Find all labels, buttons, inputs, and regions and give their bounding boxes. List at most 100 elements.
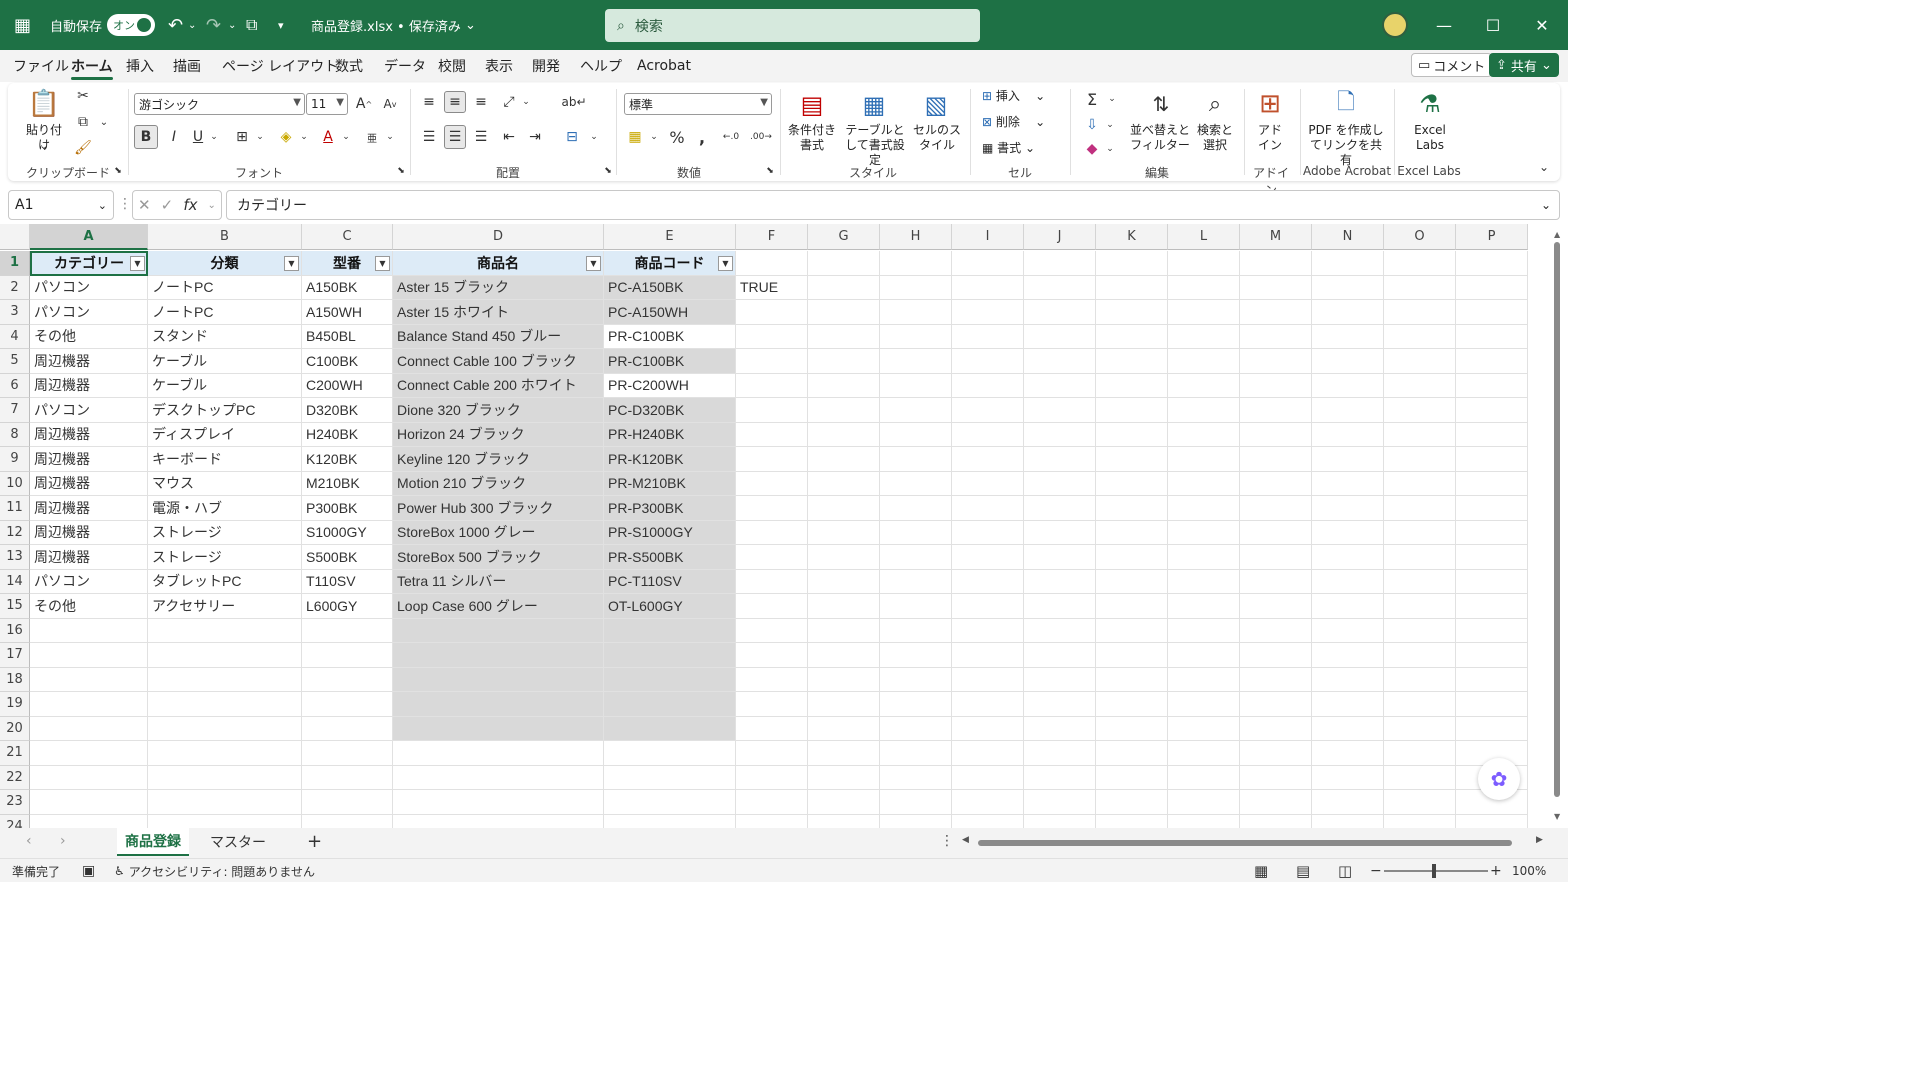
row-header-20[interactable]: 20 (0, 716, 30, 741)
cell-i9[interactable] (952, 447, 1024, 472)
cell-h12[interactable] (880, 520, 952, 545)
macro-record-icon[interactable]: ▣ (82, 859, 95, 883)
cell-e16[interactable] (604, 618, 736, 643)
fill-icon[interactable]: ⇩ (1082, 115, 1102, 135)
cell-i5[interactable] (952, 349, 1024, 374)
cell-a4[interactable]: その他 (30, 324, 148, 349)
cell-k22[interactable] (1096, 765, 1168, 790)
cell-g8[interactable] (808, 422, 880, 447)
cell-a2[interactable]: パソコン (30, 275, 148, 300)
cell-k6[interactable] (1096, 373, 1168, 398)
cell-l12[interactable] (1168, 520, 1240, 545)
column-header-g[interactable]: G (808, 224, 880, 250)
comment-button[interactable]: ▭ コメント (1411, 53, 1493, 77)
find-select-icon[interactable]: ⌕ (1198, 87, 1232, 121)
close-button[interactable]: ✕ (1518, 0, 1566, 50)
row-header-6[interactable]: 6 (0, 373, 30, 398)
cell-p12[interactable] (1456, 520, 1528, 545)
sort-filter-icon[interactable]: ⇅ (1144, 87, 1178, 121)
cell-j3[interactable] (1024, 300, 1096, 325)
cell-o12[interactable] (1384, 520, 1456, 545)
cell-n22[interactable] (1312, 765, 1384, 790)
tab-data[interactable]: データ (384, 50, 426, 82)
cell-m8[interactable] (1240, 422, 1312, 447)
cell-p20[interactable] (1456, 716, 1528, 741)
cell-c10[interactable]: M210BK (302, 471, 393, 496)
cell-h19[interactable] (880, 692, 952, 717)
cell-e6[interactable]: PR-C200WH (604, 373, 736, 398)
cell-g12[interactable] (808, 520, 880, 545)
addins-button[interactable]: アドイン (1256, 123, 1284, 153)
cell-f5[interactable] (736, 349, 808, 374)
cell-g14[interactable] (808, 569, 880, 594)
cell-f22[interactable] (736, 765, 808, 790)
cell-e3[interactable]: PC-A150WH (604, 300, 736, 325)
cell-f6[interactable] (736, 373, 808, 398)
cell-b12[interactable]: ストレージ (148, 520, 302, 545)
column-header-e[interactable]: E (604, 224, 736, 250)
orientation-dropdown-icon[interactable]: ⌄ (520, 91, 532, 113)
cell-g10[interactable] (808, 471, 880, 496)
cell-f2[interactable]: TRUE (736, 275, 808, 300)
cell-n8[interactable] (1312, 422, 1384, 447)
cell-i15[interactable] (952, 594, 1024, 619)
cell-h18[interactable] (880, 667, 952, 692)
cell-h1[interactable] (880, 251, 952, 276)
cell-o4[interactable] (1384, 324, 1456, 349)
cell-a5[interactable]: 周辺機器 (30, 349, 148, 374)
cell-e21[interactable] (604, 741, 736, 766)
cell-e22[interactable] (604, 765, 736, 790)
vertical-scroll-thumb[interactable] (1554, 242, 1560, 797)
pdf-link-icon[interactable]: 🗋 (1330, 87, 1362, 121)
row-header-4[interactable]: 4 (0, 324, 30, 349)
cell-k1[interactable] (1096, 251, 1168, 276)
cell-k14[interactable] (1096, 569, 1168, 594)
cell-j10[interactable] (1024, 471, 1096, 496)
cell-b21[interactable] (148, 741, 302, 766)
cell-b13[interactable]: ストレージ (148, 545, 302, 570)
cell-o13[interactable] (1384, 545, 1456, 570)
cell-p3[interactable] (1456, 300, 1528, 325)
cell-styles-button[interactable]: セルのスタイル (912, 123, 962, 153)
cell-p15[interactable] (1456, 594, 1528, 619)
cell-b8[interactable]: ディスプレイ (148, 422, 302, 447)
decrease-decimal-icon[interactable]: .00→ (748, 125, 774, 149)
cell-n23[interactable] (1312, 790, 1384, 815)
row-header-1[interactable]: 1 (0, 251, 30, 276)
tab-formulas[interactable]: 数式 (335, 50, 363, 82)
cell-d23[interactable] (393, 790, 604, 815)
row-header-3[interactable]: 3 (0, 300, 30, 325)
cell-n20[interactable] (1312, 716, 1384, 741)
tab-acrobat[interactable]: Acrobat (637, 50, 691, 82)
cell-k3[interactable] (1096, 300, 1168, 325)
cell-h2[interactable] (880, 275, 952, 300)
cell-n4[interactable] (1312, 324, 1384, 349)
cell-g6[interactable] (808, 373, 880, 398)
cell-e23[interactable] (604, 790, 736, 815)
cell-n12[interactable] (1312, 520, 1384, 545)
cell-g20[interactable] (808, 716, 880, 741)
cell-p4[interactable] (1456, 324, 1528, 349)
cell-b23[interactable] (148, 790, 302, 815)
cell-d14[interactable]: Tetra 11 シルバー (393, 569, 604, 594)
cell-m23[interactable] (1240, 790, 1312, 815)
cell-m13[interactable] (1240, 545, 1312, 570)
cell-b6[interactable]: ケーブル (148, 373, 302, 398)
cell-d16[interactable] (393, 618, 604, 643)
cell-m6[interactable] (1240, 373, 1312, 398)
column-header-k[interactable]: K (1096, 224, 1168, 250)
cell-n19[interactable] (1312, 692, 1384, 717)
cell-k20[interactable] (1096, 716, 1168, 741)
cell-j19[interactable] (1024, 692, 1096, 717)
cell-l21[interactable] (1168, 741, 1240, 766)
cell-j18[interactable] (1024, 667, 1096, 692)
cell-a14[interactable]: パソコン (30, 569, 148, 594)
row-header-2[interactable]: 2 (0, 275, 30, 300)
cell-j9[interactable] (1024, 447, 1096, 472)
cell-g19[interactable] (808, 692, 880, 717)
cell-p5[interactable] (1456, 349, 1528, 374)
zoom-in-icon[interactable]: + (1490, 859, 1502, 883)
underline-dropdown-icon[interactable]: ⌄ (208, 125, 220, 149)
alignment-launcher-icon[interactable]: ⬊ (602, 165, 614, 177)
cell-b20[interactable] (148, 716, 302, 741)
